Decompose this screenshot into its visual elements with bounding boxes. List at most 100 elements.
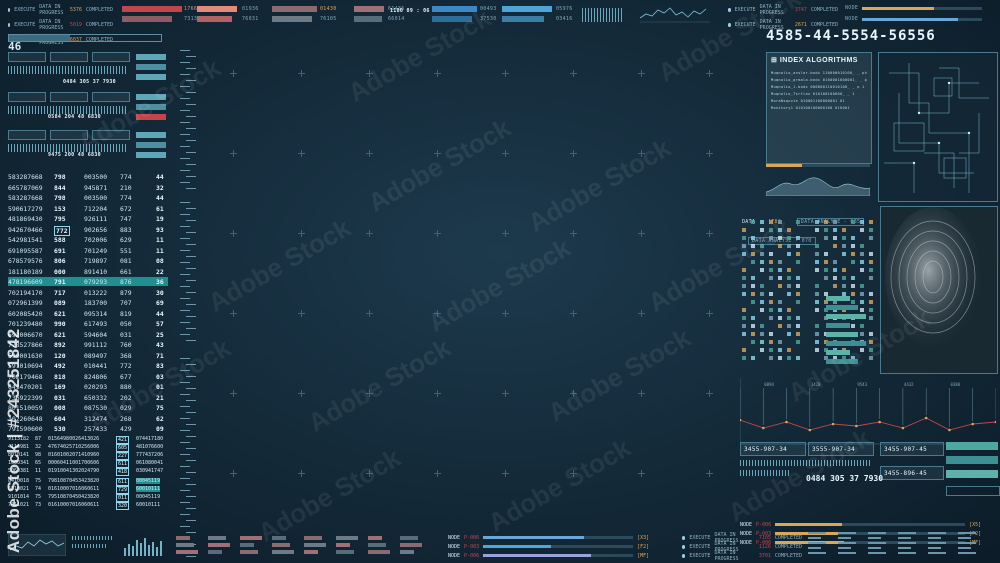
table-cell: 891410 xyxy=(84,267,108,276)
data-progress-label: DATA IN PROGRESS xyxy=(39,4,64,16)
digit-cell xyxy=(760,348,764,352)
code-tick xyxy=(180,454,190,455)
grid-cross-icon xyxy=(638,470,645,477)
meter-bar xyxy=(240,543,254,547)
grid-cross-icon xyxy=(638,390,645,397)
code-tick xyxy=(186,244,196,245)
digit-cell xyxy=(760,292,764,296)
data-progress-label: DATA IN PROGRESS xyxy=(714,549,739,562)
table-row: 599001630 120 089497 368 71 xyxy=(8,351,168,360)
table-cell: 181180189 xyxy=(8,267,43,276)
completed-label: COMPLETED xyxy=(774,534,802,541)
digit-cell xyxy=(778,244,782,248)
table-cell: 050 xyxy=(120,320,132,328)
code-tick xyxy=(180,514,190,515)
digit-cell xyxy=(824,268,828,272)
code-tick xyxy=(898,552,916,554)
node-tag: [X3] xyxy=(637,534,650,541)
table-cell: 47674025710256006 xyxy=(48,444,100,450)
code-tick xyxy=(186,176,196,177)
digit-cell xyxy=(751,276,755,280)
teal-bar xyxy=(826,323,850,328)
bottom-stripe xyxy=(72,536,112,540)
execute-label: EXECUTE xyxy=(689,534,711,541)
digit-cell xyxy=(760,284,764,288)
status-dot-icon xyxy=(8,8,11,12)
meter-value: 00493 xyxy=(480,6,497,12)
table-cell: 00045119 xyxy=(136,494,161,500)
table-cell: 62 xyxy=(156,414,164,423)
grid-cross-icon xyxy=(434,70,441,77)
wave-point xyxy=(994,420,996,424)
digit-cell xyxy=(842,268,846,272)
meter-bar xyxy=(336,543,350,547)
meter-value: 01430 xyxy=(320,6,337,12)
node-label: NODE xyxy=(448,534,461,541)
digit-cell xyxy=(815,324,819,328)
table-cell: 010441 xyxy=(84,362,108,370)
table-cell: 268 xyxy=(120,414,132,423)
meter-bar xyxy=(240,550,258,554)
code-tick xyxy=(958,542,976,544)
digit-cell xyxy=(769,300,773,304)
digit-cell xyxy=(815,332,819,336)
table-cell: 011 xyxy=(116,494,130,502)
progress-frame xyxy=(8,34,162,42)
node-bar-fill xyxy=(483,545,551,548)
meter-bar xyxy=(272,550,294,554)
table-cell: 712204 xyxy=(84,204,108,213)
meter-bar xyxy=(304,543,326,547)
code-tick xyxy=(186,496,196,497)
node-label: NODE xyxy=(448,543,461,550)
table-cell: 44 xyxy=(156,309,164,318)
table-cell: 320 xyxy=(116,502,130,510)
digit-cell xyxy=(869,276,873,280)
digit-cell xyxy=(787,356,791,360)
digit-cell xyxy=(833,220,837,224)
node-label: NODE xyxy=(740,521,753,528)
code-tick xyxy=(808,547,821,549)
node-bar-fill xyxy=(775,523,842,526)
digit-cell xyxy=(751,324,755,328)
code-box-value: 3455-907-34 xyxy=(744,446,788,453)
meter-bar xyxy=(122,6,182,12)
code-tick xyxy=(180,170,190,171)
meter-bar xyxy=(272,536,286,540)
code-box: 3555-907-34 xyxy=(808,442,874,456)
table-row: 736922399 031 650332 202 21 xyxy=(8,393,168,402)
grid-cross-icon xyxy=(502,230,509,237)
data-progress-label: DATA IN PROGRESS xyxy=(759,4,784,16)
table-cell: 650332 xyxy=(84,393,108,402)
table-cell: 43 xyxy=(156,341,164,349)
digit-cell xyxy=(778,324,782,328)
digit-cell xyxy=(751,284,755,288)
index-line: Muqnalio_grmala.bodx 0100001000001_ _ ph… xyxy=(771,78,867,82)
code-tick xyxy=(180,74,190,75)
code-tick xyxy=(180,226,190,227)
digit-cell xyxy=(778,276,782,280)
code-tick xyxy=(180,50,190,51)
table-row: 665787069 844 945871 210 32 xyxy=(8,183,168,192)
digit-cell xyxy=(860,244,864,248)
code-tick xyxy=(180,238,190,239)
bottom-status: EXECUTE DATA IN PROGRESS 7105 COMPLETED EXEC… xyxy=(682,532,802,562)
digit-cell xyxy=(824,228,828,232)
code-tick xyxy=(180,310,190,311)
code-tick xyxy=(180,62,190,63)
table-cell: 665787069 xyxy=(8,183,43,192)
bottom-stripe xyxy=(72,544,107,548)
code-box-value: 3555-907-34 xyxy=(812,446,856,453)
table-cell: 844 xyxy=(54,183,66,192)
digit-cell xyxy=(824,260,828,264)
progress-value: 7105 xyxy=(758,534,771,541)
code-tick xyxy=(186,508,196,509)
code-tick xyxy=(186,268,196,269)
table-cell: 03 xyxy=(156,372,164,381)
meter-bar xyxy=(502,16,544,22)
table-cell: 542981541 xyxy=(8,236,43,244)
digit-cell xyxy=(860,228,864,232)
digit-cell xyxy=(787,284,791,288)
table-cell: 75 xyxy=(35,478,42,484)
module-bars xyxy=(8,144,128,152)
table-cell: 478196609 xyxy=(8,278,43,286)
